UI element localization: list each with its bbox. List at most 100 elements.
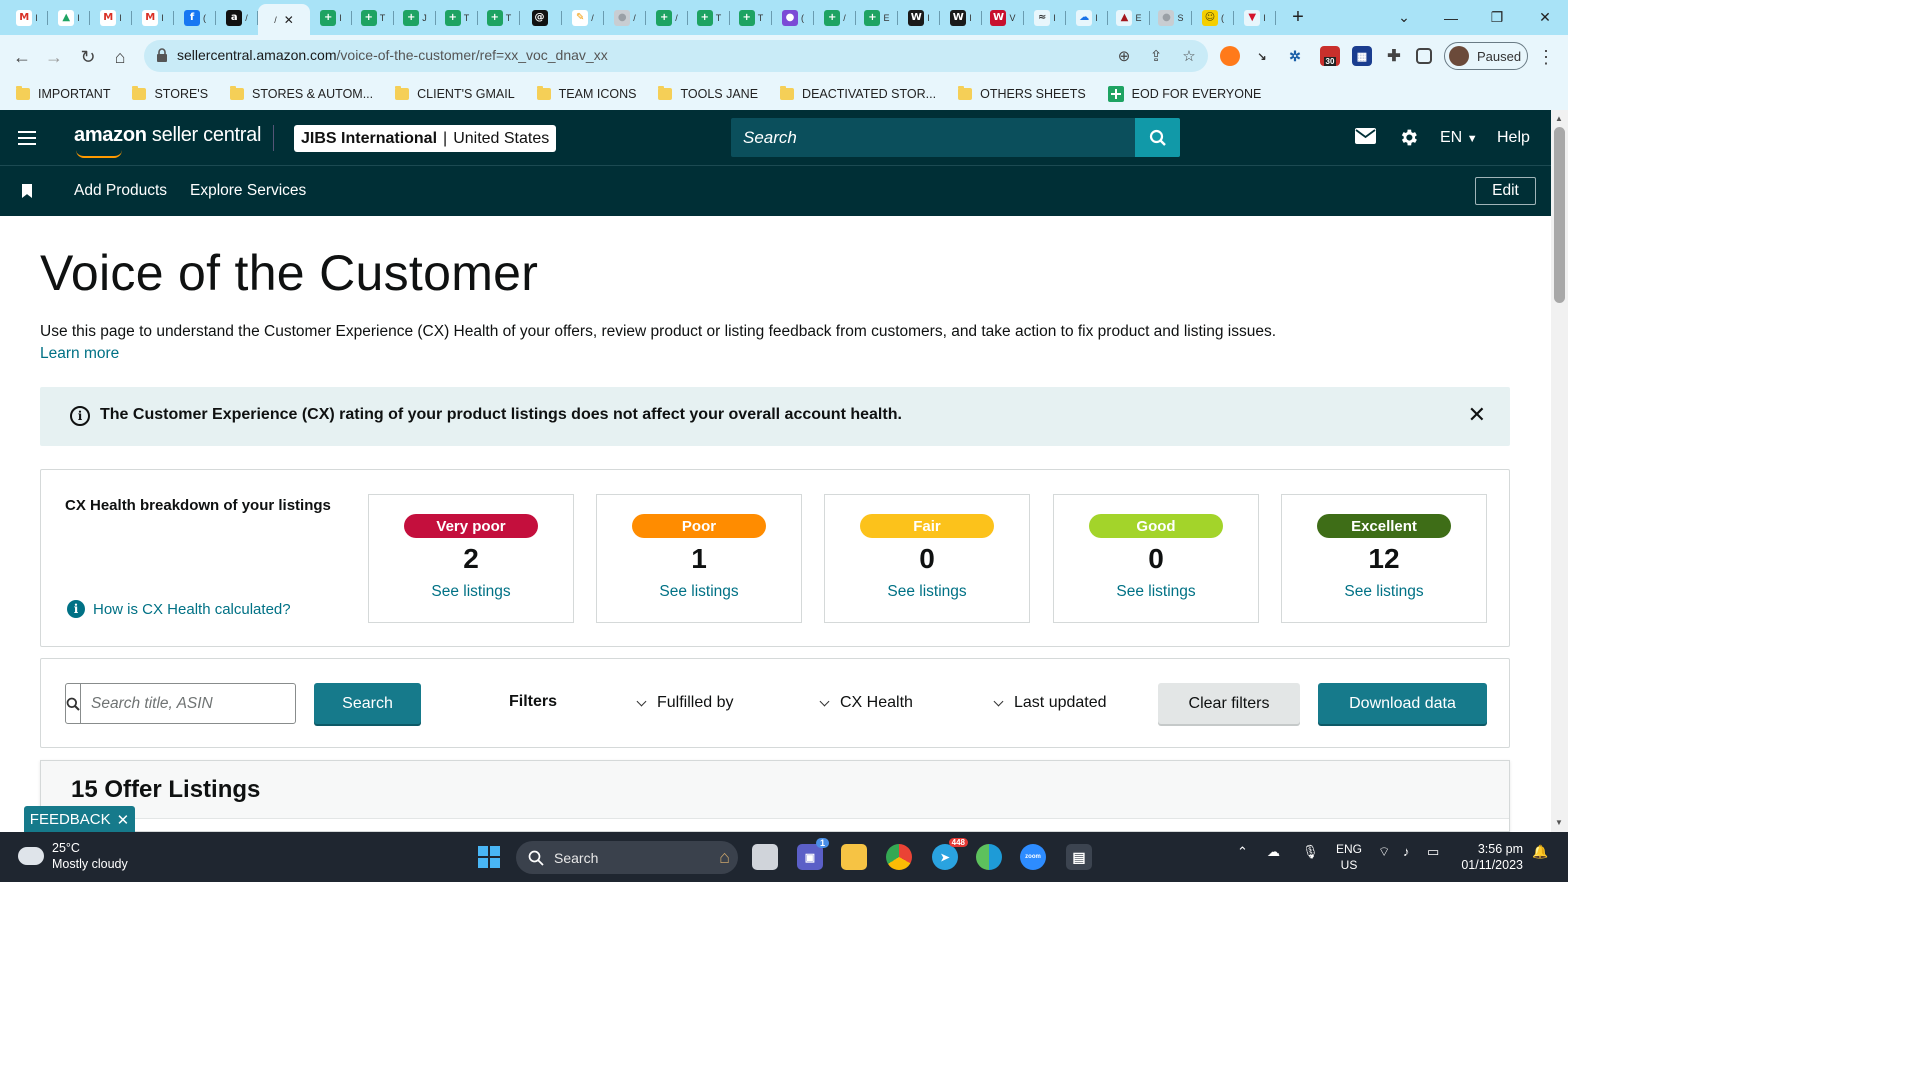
see-listings-link[interactable]: See listings bbox=[1282, 583, 1486, 601]
zoom-icon[interactable]: zoom bbox=[1020, 844, 1046, 870]
browser-tab[interactable]: + T bbox=[730, 5, 772, 31]
browser-tab[interactable]: + T bbox=[478, 5, 520, 31]
minimize-button[interactable]: — bbox=[1428, 0, 1474, 35]
share-icon[interactable]: ⇪ bbox=[1146, 46, 1166, 66]
back-icon[interactable]: ← bbox=[10, 45, 34, 69]
extension-arrow-icon[interactable]: ↘ bbox=[1252, 46, 1272, 66]
task-view-icon[interactable] bbox=[752, 844, 778, 870]
language-selector[interactable]: EN ▼ bbox=[1440, 129, 1478, 147]
header-search-button[interactable] bbox=[1135, 118, 1180, 157]
browser-tab[interactable]: + T bbox=[436, 5, 478, 31]
fulfilled-by-dropdown[interactable]: Fulfilled by bbox=[636, 694, 733, 712]
scrollbar-thumb[interactable] bbox=[1554, 127, 1565, 303]
browser-tab[interactable]: WI bbox=[940, 5, 982, 31]
close-icon[interactable]: ✕ bbox=[1468, 403, 1486, 428]
scroll-down-icon[interactable]: ▼ bbox=[1555, 818, 1563, 827]
bookmark-item[interactable]: TOOLS JANE bbox=[658, 86, 758, 101]
extension-grid-icon[interactable]: ▦ bbox=[1352, 46, 1372, 66]
system-clock[interactable]: 3:56 pm 01/11/2023 bbox=[1461, 841, 1523, 873]
cx-health-dropdown[interactable]: CX Health bbox=[819, 694, 913, 712]
microphone-icon[interactable]: 🎙 bbox=[1302, 844, 1319, 860]
bookmark-item[interactable]: IMPORTANT bbox=[16, 86, 110, 101]
browser-tab[interactable]: WI bbox=[898, 5, 940, 31]
browser-tab[interactable]: ●( bbox=[772, 5, 814, 31]
feedback-button[interactable]: FEEDBACK ✕ bbox=[24, 806, 135, 833]
zoom-icon[interactable]: ⊕ bbox=[1114, 46, 1134, 66]
browser-tab[interactable]: + J bbox=[394, 5, 436, 31]
extension-orange-icon[interactable] bbox=[1220, 46, 1240, 66]
bookmark-item[interactable]: CLIENT'S GMAIL bbox=[395, 86, 515, 101]
new-tab-button[interactable]: + bbox=[1284, 4, 1312, 32]
search-button[interactable]: Search bbox=[314, 683, 421, 724]
browser-menu-icon[interactable]: ⋮ bbox=[1534, 45, 1558, 69]
browser-tab[interactable]: + T bbox=[352, 5, 394, 31]
browser-tab[interactable]: ☁ I bbox=[1066, 5, 1108, 31]
extension-gear-icon[interactable]: ✲ bbox=[1285, 46, 1305, 66]
see-listings-link[interactable]: See listings bbox=[1054, 583, 1258, 601]
browser-tab[interactable]: ▼ I bbox=[1234, 5, 1276, 31]
browser-tab[interactable]: a / bbox=[216, 5, 258, 31]
menu-icon[interactable] bbox=[18, 131, 36, 145]
browser-tab[interactable]: f( bbox=[174, 5, 216, 31]
browser-tab[interactable]: + I bbox=[310, 5, 352, 31]
home-icon[interactable]: ⌂ bbox=[108, 45, 132, 69]
reload-icon[interactable]: ↻ bbox=[76, 45, 100, 69]
browser-tab[interactable]: + / bbox=[814, 5, 856, 31]
help-link[interactable]: Help bbox=[1497, 129, 1530, 147]
listing-search-input[interactable] bbox=[81, 684, 295, 723]
maximize-button[interactable]: ❐ bbox=[1474, 0, 1520, 35]
volume-icon[interactable]: ♪ bbox=[1403, 844, 1410, 859]
calculator-icon[interactable]: ▤ bbox=[1066, 844, 1092, 870]
browser-tab[interactable]: MI bbox=[132, 5, 174, 31]
input-language[interactable]: ENG US bbox=[1336, 841, 1362, 873]
browser-tab[interactable]: ▲ E bbox=[1108, 5, 1150, 31]
browser-tab[interactable]: @ bbox=[520, 5, 562, 31]
browser-tab[interactable]: ☺( bbox=[1192, 5, 1234, 31]
file-explorer-icon[interactable] bbox=[841, 844, 867, 870]
see-listings-link[interactable]: See listings bbox=[369, 583, 573, 601]
bookmark-star-icon[interactable]: ☆ bbox=[1179, 46, 1199, 66]
last-updated-dropdown[interactable]: Last updated bbox=[993, 694, 1107, 712]
close-icon[interactable]: ✕ bbox=[117, 811, 130, 829]
bookmark-item[interactable]: DEACTIVATED STOR... bbox=[780, 86, 936, 101]
header-search-input[interactable] bbox=[731, 118, 1135, 157]
bookmark-item[interactable]: STORE'S bbox=[132, 86, 208, 101]
profile-button[interactable]: Paused bbox=[1444, 42, 1528, 70]
extension-calendar-icon[interactable]: 30 bbox=[1320, 46, 1340, 66]
forward-icon[interactable]: → bbox=[42, 45, 66, 69]
browser-tab[interactable]: MI bbox=[90, 5, 132, 31]
bookmark-item[interactable]: EOD FOR EVERYONE bbox=[1107, 86, 1261, 102]
tray-overflow-icon[interactable]: ⌃ bbox=[1237, 844, 1248, 860]
active-tab[interactable]: / ✕ bbox=[258, 4, 310, 35]
side-panel-icon[interactable] bbox=[1416, 48, 1432, 64]
browser-tab[interactable]: + E bbox=[856, 5, 898, 31]
browser-tab[interactable]: ● S bbox=[1150, 5, 1192, 31]
notification-bell-icon[interactable]: 🔔 bbox=[1532, 844, 1548, 860]
weather-widget[interactable]: 25°C Mostly cloudy bbox=[16, 841, 128, 871]
bookmark-item[interactable]: STORES & AUTOM... bbox=[230, 86, 373, 101]
bookmark-icon[interactable] bbox=[22, 184, 32, 198]
wifi-icon[interactable]: ⌔ bbox=[1378, 844, 1390, 860]
browser-tab[interactable]: ✎ / bbox=[562, 5, 604, 31]
bookmark-item[interactable]: TEAM ICONS bbox=[536, 86, 636, 101]
cx-health-how-link[interactable]: i How is CX Health calculated? bbox=[67, 600, 291, 618]
browser-tab[interactable]: MI bbox=[6, 5, 48, 31]
learn-more-link[interactable]: Learn more bbox=[40, 345, 119, 363]
extensions-puzzle-icon[interactable]: ✚ bbox=[1384, 46, 1404, 66]
browser-tab[interactable]: WV bbox=[982, 5, 1024, 31]
scroll-up-icon[interactable]: ▲ bbox=[1555, 114, 1563, 123]
windows-start-icon[interactable] bbox=[478, 846, 500, 868]
telegram-icon[interactable]: ➤ 448 bbox=[932, 838, 968, 870]
browser-tab[interactable]: + / bbox=[646, 5, 688, 31]
teams-icon[interactable]: ▣ 1 bbox=[797, 838, 829, 870]
tab-search-icon[interactable]: ⌄ bbox=[1381, 0, 1427, 35]
gear-icon[interactable] bbox=[1398, 127, 1419, 148]
nav-add-products[interactable]: Add Products bbox=[74, 182, 167, 200]
onedrive-icon[interactable]: ☁ bbox=[1267, 844, 1280, 860]
store-selector[interactable]: JIBS International | United States bbox=[294, 125, 557, 152]
edit-button[interactable]: Edit bbox=[1475, 177, 1536, 205]
mail-icon[interactable] bbox=[1355, 128, 1376, 144]
close-tab-icon[interactable]: ✕ bbox=[284, 13, 294, 27]
nav-explore-services[interactable]: Explore Services bbox=[190, 182, 306, 200]
battery-icon[interactable]: ▭ bbox=[1427, 844, 1439, 860]
